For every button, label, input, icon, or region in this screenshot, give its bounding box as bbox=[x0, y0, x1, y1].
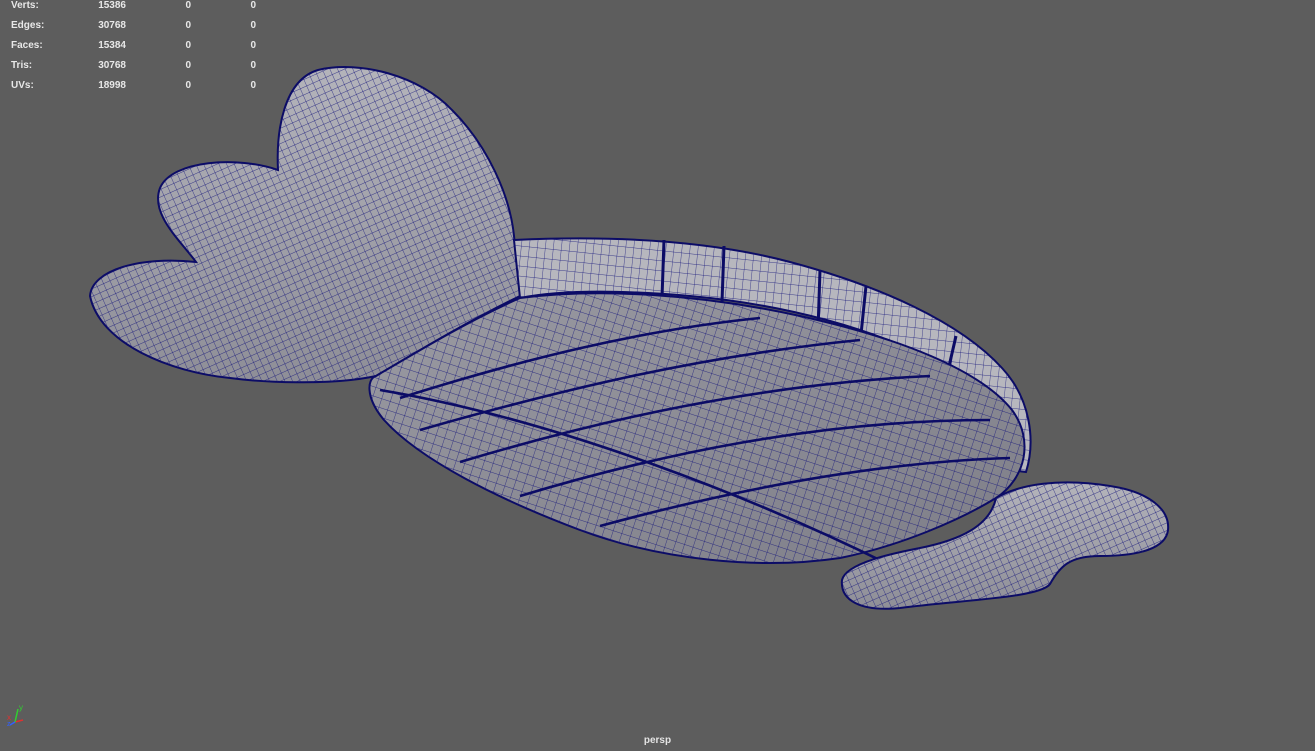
z-axis-line bbox=[9, 721, 16, 726]
camera-name-label: persp bbox=[643, 735, 672, 746]
verts-label: Verts: bbox=[11, 0, 39, 11]
verts-selected: 0 bbox=[185, 0, 191, 11]
uvs-row: UVs: 18998 0 0 bbox=[0, 80, 270, 94]
perspective-viewport[interactable]: Verts: 15386 0 0 Edges: 30768 0 0 Faces:… bbox=[0, 0, 1315, 751]
tris-label: Tris: bbox=[11, 60, 33, 71]
edges-row: Edges: 30768 0 0 bbox=[0, 20, 270, 34]
edges-selected: 0 bbox=[185, 20, 191, 31]
faces-total: 15384 bbox=[98, 40, 126, 51]
y-axis-label: y bbox=[19, 704, 23, 712]
tris-total: 30768 bbox=[98, 60, 126, 71]
z-axis-label: z bbox=[7, 721, 11, 728]
tris-component: 0 bbox=[250, 60, 256, 71]
x-axis-line bbox=[14, 719, 24, 723]
y-axis-line bbox=[14, 708, 19, 723]
faces-label: Faces: bbox=[11, 40, 43, 51]
verts-component: 0 bbox=[250, 0, 256, 11]
edges-label: Edges: bbox=[11, 20, 45, 31]
axis-gizmo-icon: y x z bbox=[7, 704, 24, 728]
polygon-mesh[interactable] bbox=[0, 0, 1315, 751]
faces-component: 0 bbox=[250, 40, 256, 51]
uvs-label: UVs: bbox=[11, 80, 34, 91]
verts-total: 15386 bbox=[98, 0, 126, 11]
uvs-component: 0 bbox=[250, 80, 256, 91]
tris-selected: 0 bbox=[185, 60, 191, 71]
faces-row: Faces: 15384 0 0 bbox=[0, 40, 270, 54]
faces-selected: 0 bbox=[185, 40, 191, 51]
uvs-selected: 0 bbox=[185, 80, 191, 91]
uvs-total: 18998 bbox=[98, 80, 126, 91]
edges-component: 0 bbox=[250, 20, 256, 31]
edges-total: 30768 bbox=[98, 20, 126, 31]
verts-row: Verts: 15386 0 0 bbox=[0, 0, 270, 14]
tris-row: Tris: 30768 0 0 bbox=[0, 60, 270, 74]
